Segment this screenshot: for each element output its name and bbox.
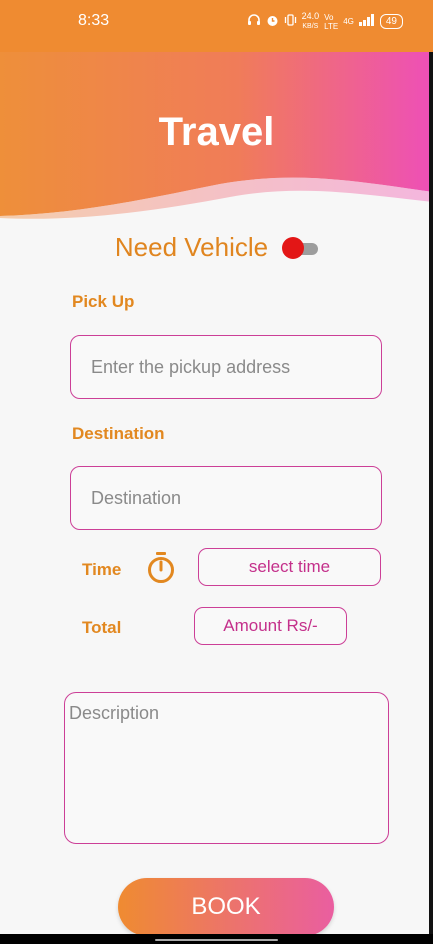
toggle-thumb xyxy=(282,236,305,259)
need-vehicle-label: Need Vehicle xyxy=(114,232,269,262)
description-placeholder: Description xyxy=(69,703,160,723)
time-label: Time xyxy=(82,560,122,579)
status-time: 8:33 xyxy=(78,12,110,29)
navigation-bar xyxy=(0,934,433,944)
description-input[interactable]: Description xyxy=(64,692,389,844)
destination-label: Destination xyxy=(72,424,165,443)
destination-input[interactable]: Destination xyxy=(70,466,382,530)
book-button-label: BOOK xyxy=(191,893,261,920)
amount-field[interactable]: Amount Rs/- xyxy=(194,607,347,645)
pickup-label: Pick Up xyxy=(72,292,135,311)
network-speed-unit: KB/S xyxy=(302,23,319,30)
signal-icon xyxy=(358,14,375,29)
status-icons: 24.0 KB/S Vo LTE 4G 49 xyxy=(247,12,403,31)
total-label: Total xyxy=(82,618,122,637)
need-vehicle-row: Need Vehicle xyxy=(0,232,433,263)
stopwatch-icon[interactable] xyxy=(146,551,176,585)
home-gesture-handle[interactable] xyxy=(155,939,278,941)
destination-placeholder: Destination xyxy=(91,487,182,508)
pickup-input[interactable]: Enter the pickup address xyxy=(70,335,382,399)
travel-screen: 8:33 24.0 KB/S Vo LTE 4G 49 Travel Need … xyxy=(0,0,433,944)
need-vehicle-toggle[interactable] xyxy=(282,236,319,259)
battery-indicator: 49 xyxy=(379,14,403,29)
pickup-placeholder: Enter the pickup address xyxy=(91,356,291,377)
network-speed-value: 24.0 xyxy=(301,11,320,21)
select-time-button[interactable]: select time xyxy=(198,548,381,586)
vibrate-icon xyxy=(284,14,297,29)
wifi-calling-icon: Vo LTE xyxy=(324,12,339,31)
network-type: 4G xyxy=(343,17,354,26)
network-speed: 24.0 KB/S xyxy=(302,12,320,31)
book-button[interactable]: BOOK xyxy=(118,878,334,936)
page-title: Travel xyxy=(158,110,275,154)
screen-edge xyxy=(429,52,433,934)
select-time-label: select time xyxy=(248,557,331,576)
status-bar: 8:33 24.0 KB/S Vo LTE 4G 49 xyxy=(0,0,433,52)
amount-label: Amount Rs/- xyxy=(223,616,318,635)
alarm-icon xyxy=(266,14,279,30)
headphones-icon xyxy=(247,14,261,29)
